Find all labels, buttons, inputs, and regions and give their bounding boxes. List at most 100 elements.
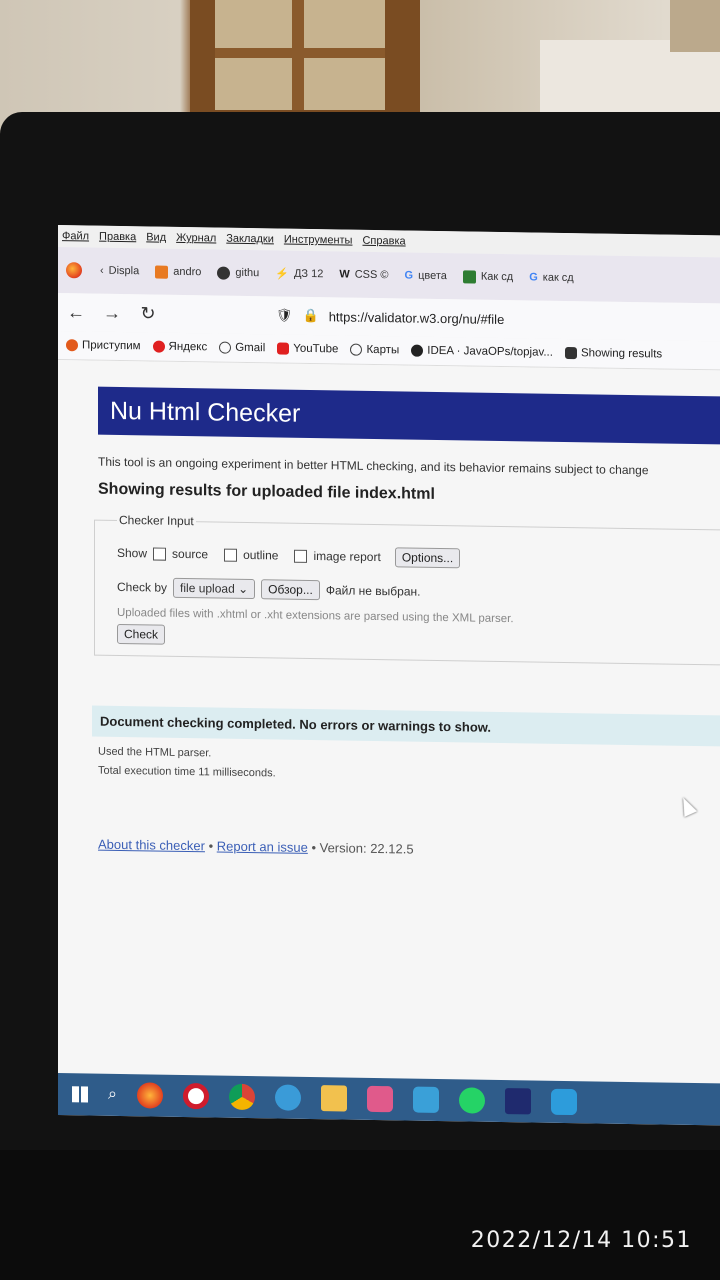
yandex-icon (152, 340, 165, 353)
background-box (670, 0, 720, 52)
edge-taskbar-icon[interactable] (274, 1084, 301, 1111)
validator-icon (564, 346, 577, 360)
menu-view[interactable]: Вид (146, 231, 166, 243)
laptop-screen: Файл Правка Вид Журнал Закладки Инструме… (58, 225, 720, 1126)
url-bar[interactable]: 🛡 🔒 https://validator.w3.org/nu/#file (276, 307, 504, 327)
app2-taskbar-icon[interactable] (550, 1088, 577, 1116)
bookmark-label: YouTube (293, 342, 339, 356)
menu-edit[interactable]: Правка (99, 231, 136, 244)
page-content: Nu Html Checker This tool is an ongoing … (58, 360, 720, 1097)
bookmark-showing-results[interactable]: Showing results (564, 346, 663, 361)
tab-dz12[interactable]: ⚡ ДЗ 12 (267, 250, 331, 297)
result-meta: Used the HTML parser. Total execution ti… (98, 743, 720, 791)
bookmark-label: Showing results (580, 347, 663, 361)
bookmark-idea[interactable]: IDEA · JavaOPs/topjav... (411, 344, 553, 359)
tab-label: Как сд (480, 270, 514, 284)
url-text[interactable]: https://validator.w3.org/nu/#file (329, 309, 505, 327)
reload-icon[interactable]: ↻ (130, 303, 166, 325)
back-icon[interactable]: ← (58, 302, 94, 324)
browse-button[interactable]: Обзор... (261, 579, 320, 601)
page-title: Nu Html Checker (98, 386, 720, 445)
outline-checkbox[interactable] (224, 548, 238, 562)
bookmark-gmail[interactable]: Gmail (219, 341, 266, 355)
check-by-label: Check by (117, 579, 168, 595)
tab-how-to-2[interactable]: G как сд (521, 254, 582, 301)
shield-icon[interactable]: 🛡 (276, 307, 293, 323)
show-options-row: Show source outline image report Options… (117, 543, 720, 573)
chevron-down-icon: ⌄ (238, 581, 249, 596)
intro-text: This tool is an ongoing experiment in be… (98, 454, 649, 478)
menu-file[interactable]: Файл (62, 230, 89, 242)
webstorm-taskbar-icon[interactable] (504, 1088, 531, 1115)
bookmark-label: Gmail (235, 341, 266, 355)
check-by-value: file upload (180, 580, 235, 596)
forward-icon[interactable]: → (94, 302, 130, 324)
laptop-keyboard-area (0, 1150, 720, 1280)
chevron-left-icon: ‹ (100, 264, 104, 277)
tab-label: ДЗ 12 (293, 267, 324, 281)
menu-tools[interactable]: Инструменты (284, 234, 353, 247)
check-button-wrap: Check (117, 623, 720, 653)
menu-history[interactable]: Журнал (176, 232, 216, 245)
source-label: source (172, 546, 209, 562)
menu-help[interactable]: Справка (362, 235, 405, 248)
bookmark-yandex[interactable]: Яндекс (152, 340, 208, 354)
checker-input-legend: Checker Input (119, 512, 194, 529)
whatsapp-taskbar-icon[interactable] (458, 1087, 485, 1114)
tab-display[interactable]: ‹ Displa (92, 248, 147, 295)
youtube-icon (277, 342, 290, 355)
separator: • (311, 839, 320, 856)
tab-label: githu (235, 266, 260, 280)
github-icon (411, 344, 424, 357)
options-button[interactable]: Options... (394, 547, 461, 569)
lock-icon[interactable]: 🔒 (303, 308, 319, 324)
bookmark-label: Приступим (82, 339, 141, 353)
about-link[interactable]: About this checker (98, 837, 205, 854)
report-issue-link[interactable]: Report an issue (217, 838, 308, 854)
menu-bookmarks[interactable]: Закладки (226, 233, 274, 246)
page-footer: About this checker • Report an issue • V… (98, 837, 720, 862)
tab-github[interactable]: githu (209, 249, 267, 296)
github-icon (217, 266, 231, 280)
firefox-taskbar-icon[interactable] (136, 1082, 163, 1109)
firefox-icon[interactable] (66, 262, 82, 279)
image-report-checkbox[interactable] (294, 549, 308, 563)
file-explorer-icon[interactable] (320, 1085, 347, 1112)
app-taskbar-icon[interactable] (366, 1085, 393, 1113)
door-bar-vertical (292, 0, 304, 110)
tab-label: как сд (542, 271, 574, 285)
bookmark-label: IDEA · JavaOPs/topjav... (427, 344, 553, 359)
bookmark-youtube[interactable]: YouTube (277, 342, 338, 355)
bookmark-pristupim[interactable]: Приступим (66, 339, 141, 352)
chrome-taskbar-icon[interactable] (228, 1083, 255, 1111)
google-icon: G (404, 269, 414, 282)
tab-colors[interactable]: G цвета (397, 252, 455, 299)
telegram-taskbar-icon[interactable] (412, 1086, 439, 1113)
tab-label: andro (173, 265, 202, 279)
check-button[interactable]: Check (117, 623, 166, 645)
bookmark-maps[interactable]: Карты (350, 343, 400, 357)
globe-icon (350, 343, 363, 356)
tab-label: CSS © (354, 268, 389, 282)
outline-label: outline (243, 547, 279, 563)
search-icon[interactable]: ⌕ (108, 1086, 117, 1104)
show-label: Show (117, 545, 148, 561)
source-checkbox[interactable] (153, 546, 167, 561)
windows-start-icon[interactable] (72, 1086, 88, 1103)
opera-taskbar-icon[interactable] (182, 1082, 209, 1110)
check-by-select[interactable]: file upload ⌄ (173, 577, 256, 600)
w3schools-icon: W (339, 268, 350, 281)
tab-css[interactable]: W CSS © (331, 251, 396, 298)
tab-how-to[interactable]: Как сд (455, 253, 521, 300)
bookmark-label: Карты (366, 343, 400, 357)
stackoverflow-icon (155, 265, 169, 279)
tab-android[interactable]: andro (147, 248, 209, 295)
site-icon (462, 269, 476, 284)
check-by-row: Check by file upload ⌄ Обзор... Файл не … (117, 577, 720, 607)
version-text: Version: 22.12.5 (319, 840, 414, 857)
photo-timestamp: 2022/12/14 10:51 (470, 1228, 692, 1253)
bookmark-label: Яндекс (168, 340, 208, 354)
globe-icon (219, 341, 232, 354)
checker-input-fieldset: Checker Input Show source outline image … (94, 512, 720, 666)
bookmark-icon (66, 339, 78, 352)
